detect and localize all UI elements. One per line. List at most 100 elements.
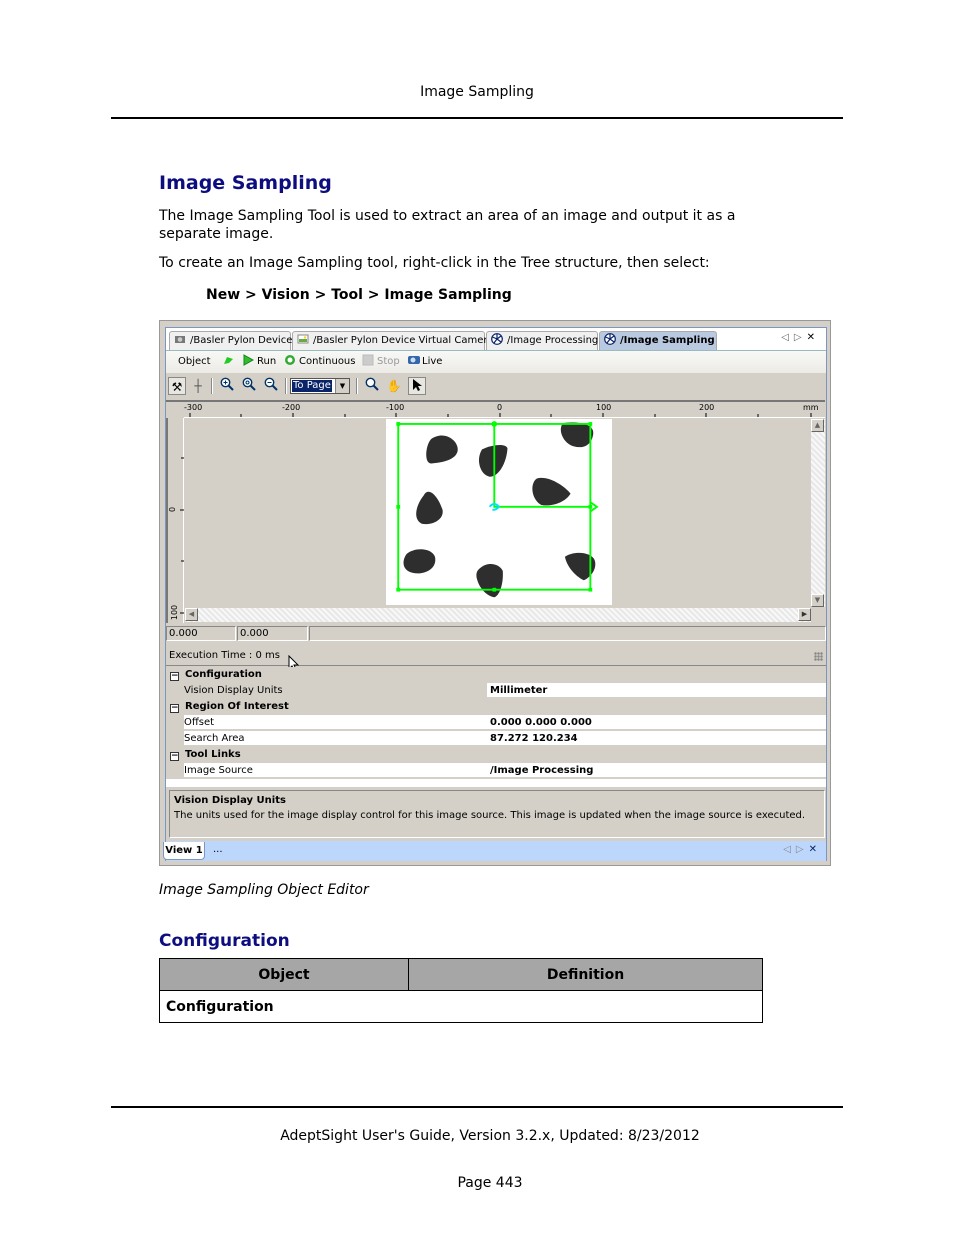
magnifier-icon bbox=[365, 377, 379, 394]
image-icon bbox=[297, 333, 309, 345]
zoom-out-icon bbox=[264, 377, 278, 394]
stop-icon bbox=[362, 353, 374, 366]
ruler-unit: mm bbox=[803, 403, 819, 412]
magnify-button[interactable] bbox=[363, 377, 381, 395]
table-row: Configuration bbox=[159, 990, 763, 1023]
horizontal-ruler: -300 -200 -100 0 100 200 mm bbox=[184, 400, 825, 418]
status-field bbox=[309, 626, 826, 641]
footer-text: AdeptSight User's Guide, Version 3.2.x, … bbox=[280, 1128, 700, 1144]
tab-next-button[interactable]: ▷ bbox=[794, 332, 807, 343]
property-value[interactable]: 87.272 120.234 bbox=[487, 731, 826, 746]
category-region-of-interest[interactable]: − Region Of Interest bbox=[166, 699, 826, 715]
chevron-down-icon: ▼ bbox=[335, 379, 349, 393]
zoom-mode-value: To Page bbox=[292, 380, 332, 392]
property-row[interactable]: Vision Display Units Millimeter bbox=[166, 683, 826, 699]
hand-icon: ✋ bbox=[386, 379, 402, 393]
object-toolbar: Object Run Continuous Stop Live bbox=[166, 351, 826, 373]
aperture-icon bbox=[491, 333, 503, 345]
property-value[interactable]: 0.000 0.000 0.000 bbox=[487, 715, 826, 730]
section-title: Configuration bbox=[159, 931, 290, 951]
flag-button[interactable] bbox=[222, 351, 237, 373]
property-row[interactable]: Search Area 87.272 120.234 bbox=[166, 731, 826, 747]
crosshair-button[interactable]: ┼ bbox=[189, 377, 207, 395]
property-value[interactable]: Millimeter bbox=[487, 683, 826, 698]
display-toolbar: ⚒ ┼ To Page ▼ ✋ bbox=[166, 374, 826, 398]
zoom-fit-button[interactable] bbox=[240, 377, 258, 395]
scroll-left-button[interactable]: ◀ bbox=[185, 608, 198, 621]
property-value[interactable]: /Image Processing bbox=[487, 763, 826, 778]
pan-button[interactable]: ✋ bbox=[385, 377, 403, 395]
property-description: Vision Display Units The units used for … bbox=[169, 790, 825, 838]
scroll-right-button[interactable]: ▶ bbox=[798, 608, 811, 621]
zoom-out-button[interactable] bbox=[262, 377, 280, 395]
description-title: Vision Display Units bbox=[174, 795, 286, 806]
image-canvas[interactable] bbox=[185, 419, 805, 607]
image-display: -300 -200 -100 0 100 200 mm 0 100 ▲ ▼ ◀ … bbox=[166, 400, 826, 625]
continuous-button[interactable]: Continuous bbox=[284, 351, 355, 373]
select-button[interactable] bbox=[408, 377, 426, 395]
view-prev-button[interactable]: ◁ bbox=[783, 844, 796, 855]
flag-icon bbox=[222, 353, 234, 365]
arrow-pointer-icon bbox=[411, 379, 423, 395]
y-coordinate: 0.000 bbox=[237, 626, 308, 641]
tab-image-processing[interactable]: /Image Processing bbox=[486, 331, 598, 350]
menu-path: New > Vision > Tool > Image Sampling bbox=[206, 287, 512, 303]
property-row[interactable]: Image Source /Image Processing bbox=[166, 763, 826, 779]
ruler-tick: 0 bbox=[168, 506, 178, 513]
play-icon bbox=[242, 353, 255, 366]
collapse-icon[interactable]: − bbox=[170, 752, 179, 761]
category-tool-links[interactable]: − Tool Links bbox=[166, 747, 826, 763]
zoom-in-button[interactable] bbox=[218, 377, 236, 395]
property-grid: − Configuration Vision Display Units Mill… bbox=[166, 667, 826, 787]
object-menu[interactable]: Object bbox=[178, 351, 211, 373]
tab-close-button[interactable]: ✕ bbox=[807, 332, 820, 343]
coordinate-readout: 0.000 0.000 bbox=[166, 626, 826, 642]
collapse-icon[interactable]: − bbox=[170, 704, 179, 713]
collapse-icon[interactable]: − bbox=[170, 672, 179, 681]
tools-button[interactable]: ⚒ bbox=[168, 377, 186, 395]
ruler-tick: 100 bbox=[596, 403, 612, 412]
more-views-button[interactable]: ... bbox=[213, 841, 223, 859]
document-tabbar: /Basler Pylon Device /Basler Pylon Devic… bbox=[166, 328, 826, 351]
scroll-down-button[interactable]: ▼ bbox=[811, 594, 824, 607]
resize-grip[interactable] bbox=[814, 652, 823, 661]
table-cell: Configuration bbox=[159, 990, 763, 1023]
category-configuration[interactable]: − Configuration bbox=[166, 667, 826, 683]
figure-caption: Image Sampling Object Editor bbox=[159, 882, 369, 898]
ruler-tick: 100 bbox=[170, 604, 180, 621]
run-button[interactable]: Run bbox=[242, 351, 276, 373]
property-row[interactable]: Offset 0.000 0.000 0.000 bbox=[166, 715, 826, 731]
ruler-tick: -200 bbox=[282, 403, 301, 412]
column-header: Definition bbox=[408, 958, 763, 991]
aperture-icon bbox=[604, 333, 616, 345]
ruler-tick: -100 bbox=[386, 403, 405, 412]
running-header: Image Sampling bbox=[420, 84, 534, 100]
table-header-row: Object Definition bbox=[159, 958, 763, 991]
tab-basler-pylon-device[interactable]: /Basler Pylon Device bbox=[169, 331, 292, 350]
view-next-button[interactable]: ▷ bbox=[796, 844, 809, 855]
footer-rule bbox=[111, 1106, 843, 1108]
horizontal-scrollbar[interactable]: ◀ ▶ bbox=[185, 608, 811, 622]
execution-time: Execution Time : 0 ms bbox=[166, 646, 826, 666]
ruler-tick: 0 bbox=[497, 403, 503, 412]
vertical-ruler: 0 100 bbox=[166, 418, 184, 623]
page-number: Page 443 bbox=[457, 1175, 523, 1191]
x-coordinate: 0.000 bbox=[166, 626, 236, 641]
tab-virtual-camera[interactable]: /Basler Pylon Device Virtual Camera bbox=[292, 331, 494, 350]
zoom-in-icon bbox=[220, 377, 234, 394]
scroll-up-button[interactable]: ▲ bbox=[811, 419, 824, 432]
object-editor-screenshot: /Basler Pylon Device /Basler Pylon Devic… bbox=[159, 320, 831, 866]
vertical-scrollbar[interactable]: ▲ ▼ bbox=[811, 419, 825, 607]
property-name: Offset bbox=[184, 715, 487, 730]
tab-prev-button[interactable]: ◁ bbox=[781, 332, 794, 343]
tab-view-1[interactable]: View 1 bbox=[163, 842, 205, 860]
column-header: Object bbox=[159, 958, 409, 991]
live-button[interactable]: Live bbox=[407, 351, 442, 373]
property-name: Search Area bbox=[184, 731, 487, 746]
crosshair-icon: ┼ bbox=[194, 379, 202, 393]
stop-button[interactable]: Stop bbox=[362, 351, 400, 373]
view-close-button[interactable]: ✕ bbox=[809, 844, 822, 855]
tab-image-sampling[interactable]: /Image Sampling bbox=[599, 331, 717, 350]
zoom-mode-select[interactable]: To Page ▼ bbox=[290, 378, 350, 394]
continuous-icon bbox=[284, 353, 296, 365]
